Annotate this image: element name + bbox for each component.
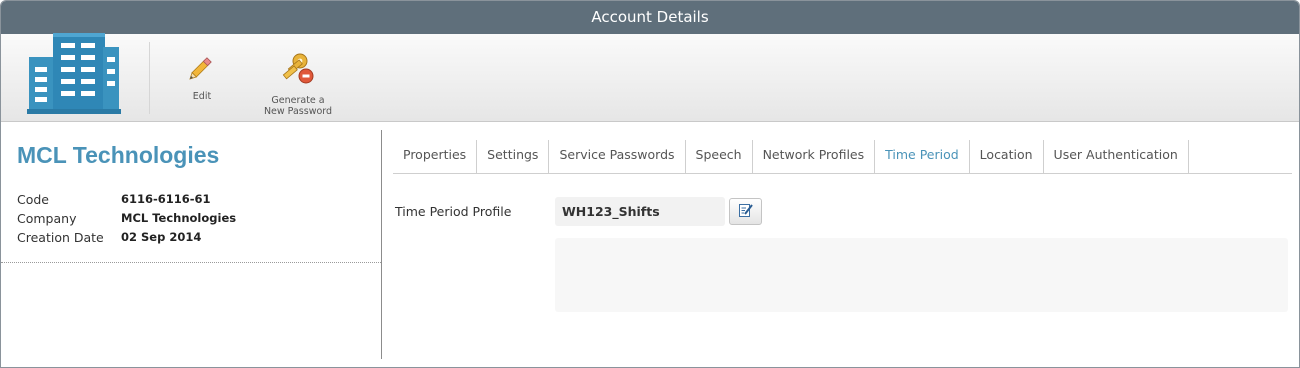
key-lock-icon <box>251 52 345 89</box>
pencil-icon <box>177 52 227 85</box>
edit-button[interactable]: Edit <box>177 52 227 102</box>
panel-divider <box>381 130 382 359</box>
tab-bar: Properties Settings Service Passwords Sp… <box>393 140 1292 174</box>
info-row-creation-date: Creation Date 02 Sep 2014 <box>17 230 236 249</box>
info-label: Company <box>17 211 77 226</box>
time-period-profile-value: WH123_Shifts <box>555 197 725 226</box>
info-value: 02 Sep 2014 <box>121 230 202 244</box>
edit-note-icon <box>738 202 754 222</box>
tab-network-profiles[interactable]: Network Profiles <box>753 140 876 173</box>
account-name: MCL Technologies <box>17 142 220 168</box>
details-panel: Properties Settings Service Passwords Sp… <box>393 123 1293 367</box>
generate-password-button[interactable]: Generate a New Password <box>251 52 345 117</box>
info-label: Code <box>17 192 50 207</box>
toolbar-separator <box>149 42 150 114</box>
edit-label: Edit <box>192 91 212 102</box>
dotted-divider <box>1 262 381 263</box>
generate-password-label-1: Generate a <box>271 95 325 106</box>
tab-service-passwords[interactable]: Service Passwords <box>549 140 686 173</box>
window-title: Account Details <box>1 1 1299 34</box>
time-period-details-area <box>555 238 1288 312</box>
building-icon <box>23 13 123 115</box>
info-row-company: Company MCL Technologies <box>17 211 236 230</box>
tab-location[interactable]: Location <box>970 140 1044 173</box>
account-info: Code 6116-6116-61 Company MCL Technologi… <box>17 192 236 249</box>
tab-speech[interactable]: Speech <box>686 140 753 173</box>
edit-time-period-button[interactable] <box>729 198 762 225</box>
time-period-profile-label: Time Period Profile <box>395 204 512 219</box>
toolbar: Edit Generate a New Password <box>1 33 1299 122</box>
generate-password-label-2: New Password <box>263 106 333 117</box>
tab-settings[interactable]: Settings <box>477 140 550 173</box>
info-label: Creation Date <box>17 230 104 245</box>
info-value: MCL Technologies <box>121 211 237 225</box>
info-value: 6116-6116-61 <box>121 192 211 206</box>
account-summary-panel: MCL Technologies Code 6116-6116-61 Compa… <box>1 123 381 367</box>
account-details-window: Account Details Edit Generate a New Pass… <box>0 0 1300 368</box>
tab-user-authentication[interactable]: User Authentication <box>1044 140 1189 173</box>
info-row-code: Code 6116-6116-61 <box>17 192 236 211</box>
tab-properties[interactable]: Properties <box>393 140 478 173</box>
tab-time-period[interactable]: Time Period <box>875 140 970 173</box>
